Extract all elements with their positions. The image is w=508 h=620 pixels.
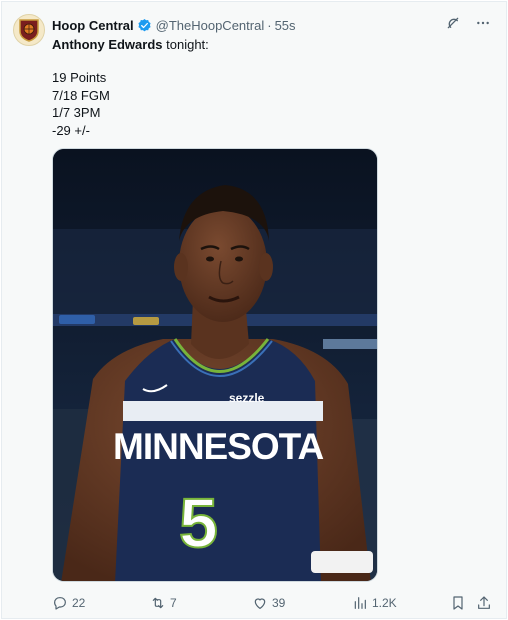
- bookmark-button[interactable]: [450, 593, 466, 613]
- bookmark-icon: [453, 596, 463, 610]
- stat-line: 19 Points: [52, 70, 107, 85]
- avatar[interactable]: [13, 14, 45, 46]
- jersey-team-text: MINNESOTA: [113, 426, 324, 467]
- tweet-header: Hoop Central @TheHoopCentral · 55s: [52, 16, 296, 34]
- reply-icon: [54, 597, 66, 610]
- like-count: 39: [272, 596, 286, 610]
- views-icon: [354, 597, 366, 609]
- player-name-mention: Anthony Edwards: [52, 37, 163, 52]
- repost-button[interactable]: 7: [150, 593, 177, 613]
- share-icon: [478, 596, 490, 609]
- reply-count: 22: [72, 596, 86, 610]
- tweet-card[interactable]: Hoop Central @TheHoopCentral · 55s Antho…: [2, 2, 506, 618]
- tweet-intro: Anthony Edwards tonight:: [52, 36, 209, 53]
- stat-line: 7/18 FGM: [52, 87, 110, 103]
- jersey-sponsor-text: sezzle: [229, 391, 265, 405]
- stat-line: 1/7 3PM: [52, 105, 101, 120]
- reply-button[interactable]: 22: [52, 593, 85, 613]
- repost-count: 7: [170, 596, 177, 610]
- author-handle[interactable]: @TheHoopCentral: [156, 18, 265, 33]
- top-actions: [444, 14, 492, 32]
- tweet-actions: 22 7 39 1.2K: [52, 593, 496, 613]
- author-name[interactable]: Hoop Central: [52, 18, 134, 33]
- tweet-frame: Hoop Central @TheHoopCentral · 55s Antho…: [1, 1, 507, 619]
- verified-badge-icon: [137, 18, 152, 33]
- grok-icon[interactable]: [444, 14, 462, 32]
- hoop-central-logo-icon: [19, 19, 39, 42]
- stat-lines: 19 Points 7/18 FGM 1/7 3PM -29 +/-: [52, 69, 110, 139]
- views-count: 1.2K: [372, 596, 397, 610]
- jersey-number-text: 5: [179, 484, 218, 562]
- separator: ·: [267, 17, 272, 33]
- intro-text: tonight:: [162, 37, 209, 52]
- tweet-photo[interactable]: MINNESOTA 5 sezzle: [52, 148, 378, 582]
- repost-icon: [152, 597, 164, 609]
- like-icon: [254, 598, 266, 609]
- more-icon[interactable]: [474, 14, 492, 32]
- timestamp[interactable]: 55s: [275, 18, 296, 33]
- share-button[interactable]: [476, 593, 492, 613]
- stat-line: -29 +/-: [52, 122, 90, 138]
- views-button[interactable]: 1.2K: [352, 593, 397, 613]
- like-button[interactable]: 39: [252, 593, 285, 613]
- player-photo-image: MINNESOTA 5 sezzle: [53, 149, 377, 581]
